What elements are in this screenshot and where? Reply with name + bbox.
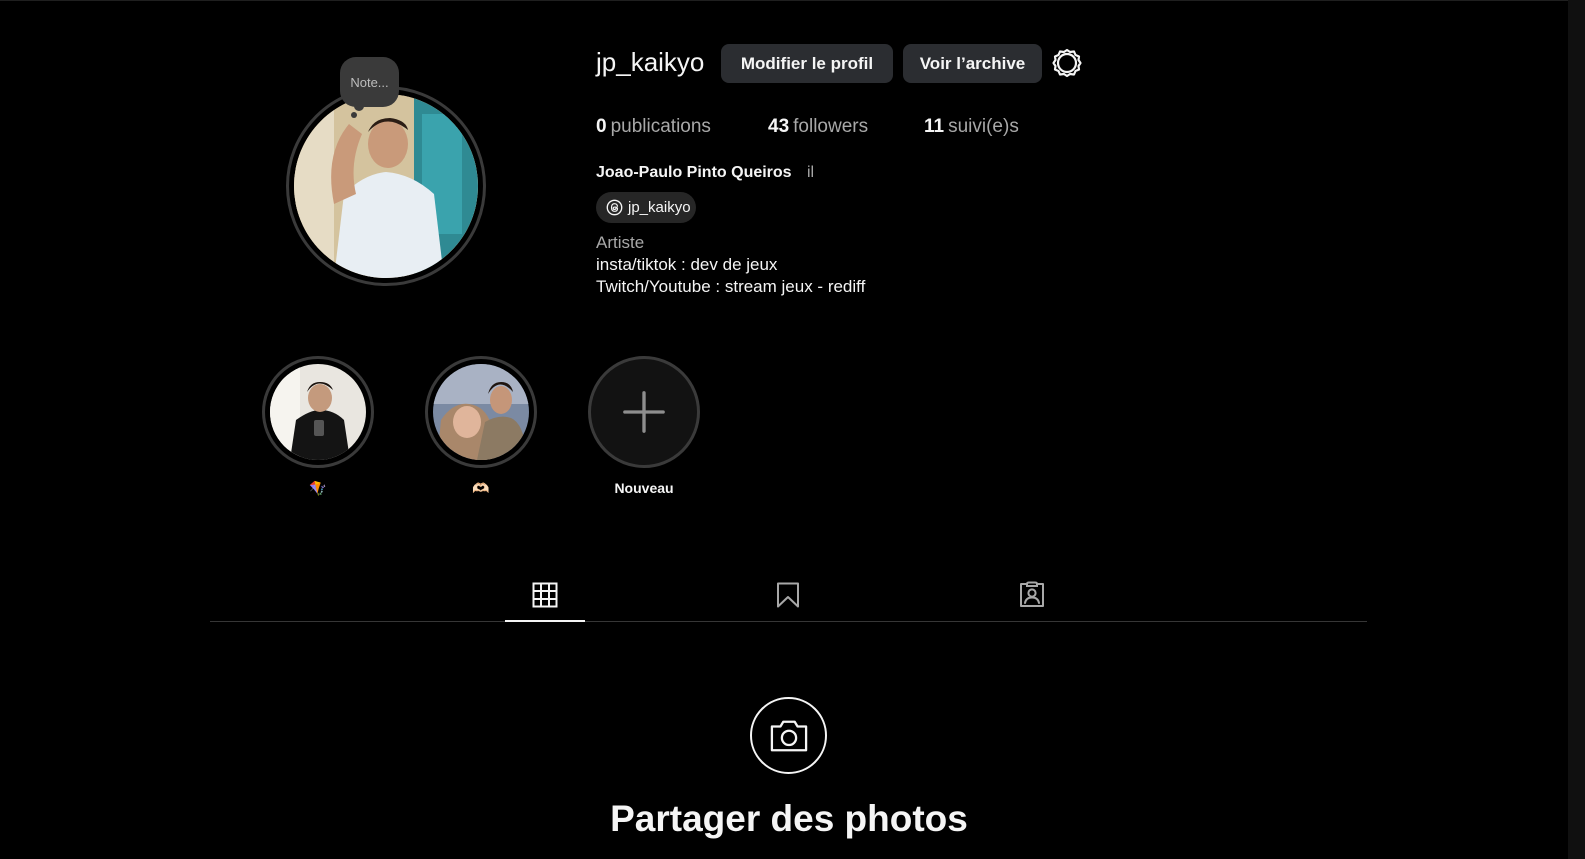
posts-count-label: publications bbox=[610, 116, 711, 137]
gear-icon[interactable] bbox=[1052, 48, 1082, 78]
view-archive-button[interactable]: Voir l’archive bbox=[903, 44, 1042, 83]
posts-count: 0 publications bbox=[596, 116, 711, 138]
note-text: Note... bbox=[350, 74, 389, 90]
empty-state-title: Partager des photos bbox=[610, 798, 968, 839]
note-bubble-tail-small bbox=[351, 112, 357, 118]
highlight-label: 🫶🏻 bbox=[472, 480, 490, 496]
avatar-image bbox=[294, 94, 478, 278]
posts-count-value: 0 bbox=[596, 116, 607, 137]
bookmark-icon bbox=[777, 582, 799, 608]
grid-icon bbox=[532, 582, 558, 608]
threads-link[interactable]: jp_kaikyo bbox=[596, 192, 696, 223]
highlight-label: 🪁 bbox=[309, 480, 327, 496]
tagged-user-icon bbox=[1020, 581, 1044, 607]
highlight-cover bbox=[270, 364, 366, 460]
threads-icon bbox=[606, 199, 623, 216]
camera-icon bbox=[750, 697, 827, 774]
new-highlight-button[interactable] bbox=[588, 356, 700, 468]
full-name: Joao-Paulo Pinto Queiros bbox=[596, 164, 792, 181]
new-highlight-label: Nouveau bbox=[614, 480, 674, 496]
profile-avatar[interactable] bbox=[286, 86, 486, 286]
top-border bbox=[0, 0, 1585, 1]
bio-line: insta/tiktok : dev de jeux bbox=[596, 255, 778, 274]
edit-profile-button[interactable]: Modifier le profil bbox=[721, 44, 893, 83]
note-bubble-tail bbox=[354, 101, 364, 111]
note-bubble[interactable]: Note... bbox=[340, 57, 399, 107]
following-link[interactable]: 11 suivi(e)s bbox=[924, 116, 1019, 138]
profile-username: jp_kaikyo bbox=[596, 47, 705, 77]
tab-tagged[interactable] bbox=[992, 568, 1072, 622]
pronoun: il bbox=[807, 164, 815, 181]
story-highlight[interactable] bbox=[425, 356, 537, 468]
highlight-cover bbox=[433, 364, 529, 460]
tab-posts[interactable] bbox=[505, 568, 585, 622]
following-count-label: suivi(e)s bbox=[948, 116, 1019, 137]
followers-link[interactable]: 43 followers bbox=[768, 116, 868, 138]
scrollbar-track[interactable] bbox=[1568, 0, 1585, 859]
followers-count-value: 43 bbox=[768, 116, 790, 137]
threads-handle: jp_kaikyo bbox=[628, 199, 691, 216]
following-count-value: 11 bbox=[924, 116, 945, 137]
profile-page: Note... jp_kaikyo Modifier le profil Voi… bbox=[0, 0, 1585, 859]
bio-line: Twitch/Youtube : stream jeux - rediff bbox=[596, 277, 866, 296]
plus-icon bbox=[591, 359, 697, 465]
profile-category: Artiste bbox=[596, 233, 645, 252]
tab-saved[interactable] bbox=[748, 568, 828, 622]
story-highlight[interactable] bbox=[262, 356, 374, 468]
followers-count-label: followers bbox=[793, 116, 869, 137]
